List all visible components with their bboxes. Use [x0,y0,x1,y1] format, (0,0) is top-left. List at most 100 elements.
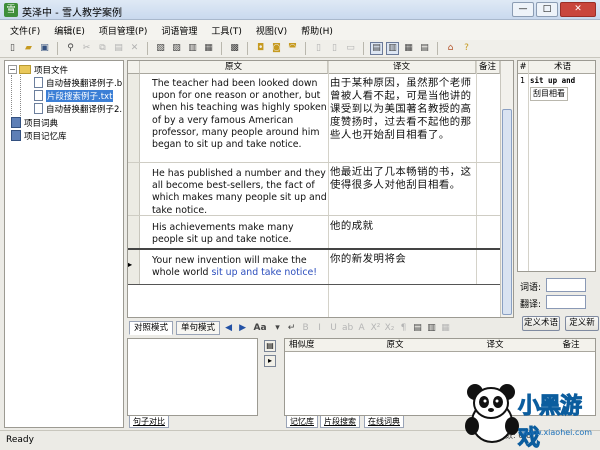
tree-dictionary[interactable]: 项目词典 [11,116,58,129]
column-left-icon[interactable]: ▯ [312,42,325,55]
title-bar: 雪 英泽中 - 雪人教学案例 — □ ✕ [0,0,600,20]
arrow-right-icon[interactable]: ▶ [237,323,248,333]
menu-edit[interactable]: 编辑(E) [54,24,85,37]
italic-icon[interactable]: I [314,323,325,333]
view-split-icon[interactable]: ▦ [402,42,415,55]
cut-icon[interactable]: ✂ [80,42,93,55]
arrow-left-icon[interactable]: ◀ [223,323,234,333]
source-cell[interactable]: The teacher had been looked down upon fo… [152,78,328,151]
merge-icon[interactable]: ▦ [202,42,215,55]
tab-compare-mode[interactable]: 对照模式 [129,321,174,335]
view-list-icon[interactable]: ▤ [418,42,431,55]
clear-format-icon[interactable]: A [356,323,367,333]
properties-icon[interactable]: ▩ [228,42,241,55]
symbol-icon[interactable]: ¶ [398,323,409,333]
split-icon[interactable]: ▥ [186,42,199,55]
column-header-target[interactable]: 译文 [328,61,476,74]
open-icon[interactable]: ▰ [22,42,35,55]
tab-sentence-compare[interactable]: 句子对比 [129,416,169,428]
table-row[interactable]: He has published a number and they all b… [128,163,500,216]
menu-terms[interactable]: 词语管理 [161,24,197,37]
copy-icon[interactable]: ⧉ [96,42,109,55]
row-icon[interactable]: ▭ [344,42,357,55]
table-row[interactable]: The teacher had been looked down upon fo… [128,74,500,163]
underline-icon[interactable]: U [328,323,339,333]
view-paragraph-icon[interactable]: ▥ [386,42,399,55]
watermark-text: 小黑游戏 [518,394,583,450]
tree-file[interactable]: 自动替换翻译例子2. [34,102,122,115]
bottom-left-tabs: 句子对比 [127,416,258,428]
column-header-source[interactable]: 原文 [140,61,328,74]
copy-source-icon[interactable]: ▤ [412,323,423,333]
apply-memory-icon[interactable]: ▤ [264,340,276,352]
tab-online-dictionary[interactable]: 在线词典 [364,416,404,428]
minimize-button[interactable]: — [512,2,534,17]
menu-project[interactable]: 项目管理(P) [99,24,147,37]
view-sentence-icon[interactable]: ▤ [370,42,383,55]
define-term-button[interactable]: 定义术语 [522,316,560,331]
table-row-active[interactable]: ▶ Your new invention will make the whole… [128,250,500,285]
tree-file-selected[interactable]: 片段搜索例子.txt [34,89,114,102]
target-cell[interactable]: 他最近出了几本畅销的书，这使得很多人对他刮目相看。 [330,166,472,192]
menu-tools[interactable]: 工具(T) [211,24,242,37]
subscript-icon[interactable]: X₂ [384,323,395,333]
help-icon[interactable]: ? [460,42,473,55]
scrollbar-thumb[interactable] [502,109,512,315]
font-button[interactable]: Aa [251,323,269,333]
term-header[interactable]: 术语 [528,61,595,74]
column-header-mem-source[interactable]: 原文 [345,339,445,352]
memory-icon[interactable]: ◚ [286,42,299,55]
close-button[interactable]: ✕ [560,2,596,17]
toolbar-separator [247,42,248,55]
term-form: 词语: 翻译: 定义术语 定义新 [517,274,599,332]
target-cell[interactable]: 由于某种原因，虽然那个老师曾被人看不起，可是当他讲的课受到以为美国著名教授的高度… [330,77,472,142]
term-translation[interactable]: 刮目相看 [530,87,568,101]
tab-fragment-search[interactable]: 片段搜索 [320,416,360,428]
current-row-arrow-icon: ▶ [128,260,132,269]
font-dropdown-icon[interactable]: ▾ [272,323,283,333]
term-input[interactable] [546,278,586,292]
insert-memory-icon[interactable]: ▸ [264,355,276,367]
target-cell-editing[interactable]: 你的新发明将会 [330,253,472,266]
source-cell[interactable]: He has published a number and they all b… [152,168,328,217]
column-header-note[interactable]: 备注 [476,61,500,74]
table-row[interactable]: His achievements make many people sit up… [128,216,500,250]
maximize-button[interactable]: □ [536,2,558,17]
tab-memory[interactable]: 记忆库 [286,416,318,428]
glossary-icon[interactable]: ◙ [270,42,283,55]
delete-icon[interactable]: ✕ [128,42,141,55]
menu-file[interactable]: 文件(F) [10,24,40,37]
column-header-mem-target[interactable]: 译文 [445,339,545,352]
translation-input[interactable] [546,295,586,309]
dictionary-icon[interactable]: ◘ [254,42,267,55]
term-source[interactable]: sit up and [530,75,575,87]
column-right-icon[interactable]: ▯ [328,42,341,55]
column-header-similarity[interactable]: 相似度 [285,339,345,352]
save-icon[interactable]: ▣ [38,42,51,55]
translate-icon[interactable]: ▥ [426,323,437,333]
return-icon[interactable]: ↵ [286,323,297,333]
clipboard-icon[interactable]: ▦ [440,323,451,333]
export-icon[interactable]: ▨ [170,42,183,55]
superscript-icon[interactable]: X² [370,323,381,333]
new-icon[interactable]: ▯ [6,42,19,55]
tree-file[interactable]: 自动替换翻译例子.b [34,76,122,89]
import-icon[interactable]: ▧ [154,42,167,55]
source-cell[interactable]: His achievements make many people sit up… [152,222,328,246]
strikethrough-icon[interactable]: ab [342,323,353,333]
tree-memory[interactable]: 项目记忆库 [11,129,67,142]
define-new-button[interactable]: 定义新 [565,316,599,331]
source-cell[interactable]: Your new invention will make the whole w… [152,255,328,279]
tab-single-mode[interactable]: 单句模式 [176,321,221,335]
home-icon[interactable]: ⌂ [444,42,457,55]
find-icon[interactable]: ⚲ [64,42,77,55]
tree-project-files[interactable]: − 项目文件 [8,63,68,76]
menu-view[interactable]: 视图(V) [256,24,287,37]
column-header-mem-note[interactable]: 备注 [545,339,595,352]
vertical-scrollbar[interactable] [500,61,513,317]
menu-help[interactable]: 帮助(H) [301,24,333,37]
collapse-icon[interactable]: − [8,65,17,74]
target-cell[interactable]: 他的成就 [330,220,472,233]
bold-icon[interactable]: B [300,323,311,333]
paste-icon[interactable]: ▤ [112,42,125,55]
